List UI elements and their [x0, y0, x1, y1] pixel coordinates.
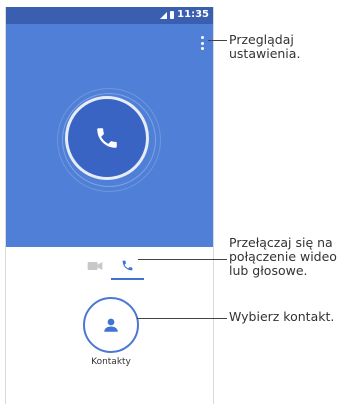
callout-toggle-line-1: Przełączaj się na [229, 235, 333, 250]
callout-settings-line-1: Przeglądaj [229, 32, 294, 47]
callout-line-contact [137, 318, 227, 319]
menu-dot [201, 36, 204, 39]
video-camera-icon [87, 262, 102, 270]
callout-toggle-line-3: lub głosowe. [229, 263, 308, 278]
phone-screen: 11:35 Kontakty [5, 7, 214, 404]
status-icons: 11:35 [160, 9, 209, 21]
contacts-label: Kontakty [91, 357, 131, 367]
callout-contact: Wybierz kontakt. [229, 310, 357, 324]
callout-toggle-line-2: połączenie wideo [229, 249, 337, 264]
callout-line-toggle [138, 259, 227, 260]
status-bar: 11:35 [6, 7, 213, 24]
callout-settings: Przeglądaj ustawienia. [229, 33, 357, 61]
callout-toggle: Przełączaj się na połączenie wideo lub g… [229, 236, 357, 278]
phone-icon [122, 260, 133, 270]
menu-dot [201, 47, 204, 50]
signal-icon [160, 11, 168, 19]
menu-dot [201, 41, 204, 45]
person-icon [104, 318, 118, 332]
callout-contact-line-1: Wybierz kontakt. [229, 309, 335, 324]
bottom-panel: Kontakty [6, 247, 213, 404]
call-hero-area [6, 24, 213, 247]
callout-settings-line-2: ustawienia. [229, 46, 301, 61]
contacts-button[interactable] [83, 297, 139, 353]
video-call-tab[interactable] [78, 252, 111, 280]
voice-call-tab[interactable] [111, 252, 144, 280]
phone-icon [97, 128, 117, 148]
more-options-icon[interactable] [201, 36, 205, 50]
callout-line-settings [208, 40, 227, 41]
call-type-toggle [78, 252, 144, 280]
call-button[interactable] [65, 96, 149, 180]
status-time: 11:35 [177, 9, 209, 20]
battery-icon [170, 11, 175, 19]
